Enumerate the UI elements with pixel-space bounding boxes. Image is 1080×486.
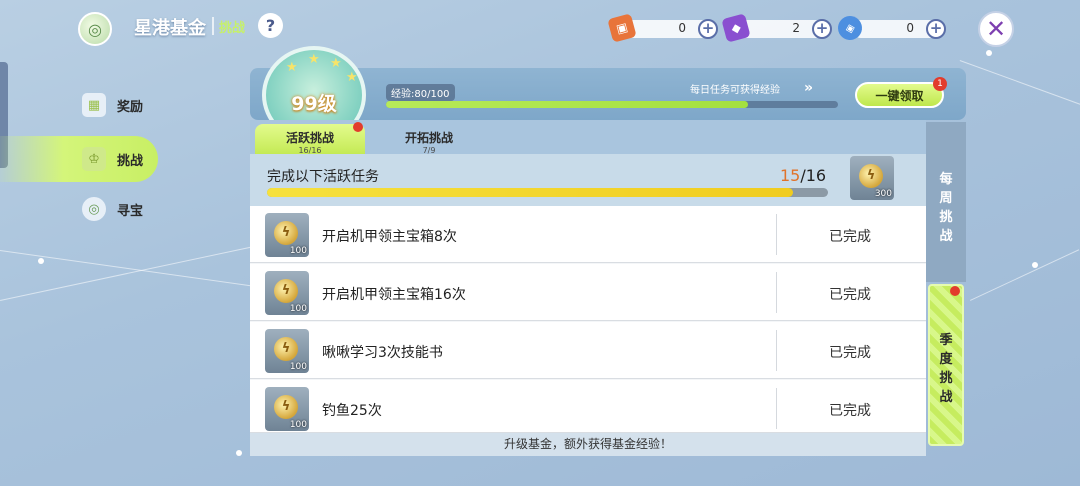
resource-value: 2 (792, 21, 800, 35)
task-status: 已完成 (829, 403, 871, 419)
background-line (0, 250, 258, 288)
notification-dot (950, 286, 960, 296)
trophy-icon: ♔ (82, 147, 106, 171)
exp-label: 经验:80/100 (386, 84, 455, 101)
sidebar-item-treasure[interactable]: ◎ 寻宝 (0, 186, 158, 232)
exp-progress-fill (386, 101, 748, 108)
help-button[interactable]: ? (258, 13, 283, 38)
gift-icon: ▦ (82, 93, 106, 117)
ticket-icon: ▣ (607, 13, 637, 43)
divider (776, 388, 777, 429)
summary-progress-fill (267, 188, 793, 197)
resource-ticket: ▣ 0 + (607, 13, 718, 43)
sidebar-item-label: 奖励 (117, 99, 144, 115)
notification-dot (353, 122, 363, 132)
star-icon: ★ (286, 60, 298, 75)
coin-icon: ϟ (859, 164, 883, 188)
divider (776, 214, 777, 255)
double-arrow-icon[interactable]: » (804, 80, 813, 96)
task-reward[interactable]: ϟ 100 (265, 271, 309, 315)
summary-reward[interactable]: ϟ 300 (850, 156, 894, 200)
tab-active-challenge[interactable]: 活跃挑战 16/16 (255, 122, 365, 155)
resource-purple-card: ◆ 2 + (721, 13, 832, 43)
task-name: 啾啾学习3次技能书 (322, 345, 443, 361)
reward-amount: 100 (289, 362, 307, 372)
divider (776, 272, 777, 313)
task-status: 已完成 (829, 229, 871, 245)
summary-row: 完成以下活跃任务 15/16 ϟ 300 (250, 154, 926, 206)
tab-label: 活跃挑战 (285, 131, 334, 145)
task-reward[interactable]: ϟ 100 (265, 213, 309, 257)
add-purple-card-button[interactable]: + (812, 19, 832, 39)
purple-card-icon: ◆ (721, 13, 751, 43)
notification-badge: 1 (933, 77, 947, 91)
side-tab-label: 每周挑战 (939, 172, 953, 244)
reward-amount: 100 (289, 420, 307, 430)
add-blue-crystal-button[interactable]: + (926, 19, 946, 39)
sidebar-item-label: 寻宝 (117, 203, 144, 219)
coin-icon: ϟ (274, 337, 298, 361)
background-star (236, 450, 242, 456)
resource-blue-crystal: ◈ 0 + (835, 13, 946, 43)
reward-amount: 300 (874, 189, 892, 199)
tab-weekly-challenge[interactable]: 每周挑战 (926, 122, 966, 282)
title-divider (212, 17, 214, 35)
add-ticket-button[interactable]: + (698, 19, 718, 39)
summary-count: 15/16 (780, 166, 826, 185)
task-status: 已完成 (829, 345, 871, 361)
tab-bar: 活跃挑战 16/16 开拓挑战 7/9 (250, 120, 926, 155)
task-row: ϟ 100 钓鱼25次 已完成 (250, 380, 926, 433)
close-button[interactable]: ✕ (978, 11, 1014, 47)
exp-progress-bar (386, 101, 838, 108)
tab-explore-challenge[interactable]: 开拓挑战 7/9 (374, 124, 484, 155)
coin-icon: ϟ (274, 395, 298, 419)
coin-icon: ϟ (274, 221, 298, 245)
star-icon: ★ (330, 56, 342, 71)
task-reward[interactable]: ϟ 100 (265, 329, 309, 373)
daily-exp-hint: 每日任务可获得经验 (690, 85, 780, 96)
summary-total: /16 (800, 166, 827, 185)
task-name: 开启机甲领主宝箱16次 (322, 287, 466, 303)
sidebar-item-rewards[interactable]: ▦ 奖励 (0, 82, 158, 128)
summary-current: 15 (780, 166, 801, 185)
resource-value: 0 (906, 21, 914, 35)
divider (776, 330, 777, 371)
background-star (986, 50, 992, 56)
summary-progress-bar (267, 188, 828, 197)
footer-note: 升级基金，额外获得基金经验！ (250, 433, 926, 456)
sidebar-item-challenge[interactable]: ♔ 挑战 (0, 136, 158, 182)
sidebar-item-label: 挑战 (117, 153, 144, 169)
star-icon: ★ (346, 70, 358, 85)
task-status: 已完成 (829, 287, 871, 303)
star-icon: ★ (308, 52, 320, 67)
challenge-panel: 活跃挑战 16/16 开拓挑战 7/9 完成以下活跃任务 15/16 ϟ 300… (250, 120, 926, 456)
task-row: ϟ 100 开启机甲领主宝箱8次 已完成 (250, 206, 926, 263)
treasure-icon: ◎ (82, 197, 106, 221)
background-star (38, 258, 44, 264)
page-subtitle: 挑战 (219, 21, 246, 36)
coin-icon: ϟ (274, 279, 298, 303)
task-name: 开启机甲领主宝箱8次 (322, 229, 457, 245)
task-name: 钓鱼25次 (322, 403, 382, 419)
tab-label: 开拓挑战 (404, 131, 453, 145)
reward-amount: 100 (289, 246, 307, 256)
page-title: 星港基金 (134, 18, 206, 39)
background-star (1032, 262, 1038, 268)
fund-logo-icon: ◎ (78, 12, 112, 46)
claim-all-button[interactable]: 一键领取 (855, 82, 944, 108)
level-text: 99级 (291, 93, 337, 115)
tab-season-challenge[interactable]: 季度挑战 (928, 284, 964, 446)
blue-crystal-icon: ◈ (835, 13, 865, 43)
summary-title: 完成以下活跃任务 (267, 169, 379, 185)
task-reward[interactable]: ϟ 100 (265, 387, 309, 431)
background-line (970, 249, 1080, 301)
reward-amount: 100 (289, 304, 307, 314)
task-row: ϟ 100 开启机甲领主宝箱16次 已完成 (250, 264, 926, 321)
task-row: ϟ 100 啾啾学习3次技能书 已完成 (250, 322, 926, 379)
resource-value: 0 (678, 21, 686, 35)
side-tab-label: 季度挑战 (939, 333, 953, 405)
background-line (959, 60, 1080, 109)
